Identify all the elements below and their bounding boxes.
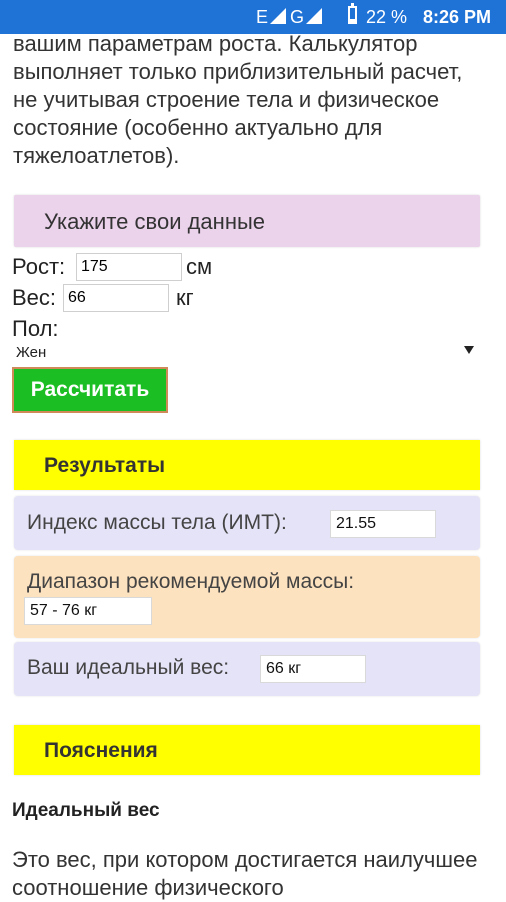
network-type-g: G xyxy=(290,7,305,27)
clock: 8:26 PM xyxy=(423,7,492,27)
explanations-header-title: Пояснения xyxy=(44,739,158,762)
bmi-value: 21.55 xyxy=(330,510,436,538)
ideal-weight-card: Ваш идеальный вес: 66 кг xyxy=(14,642,480,696)
bmi-label: Индекс массы тела (ИМТ): xyxy=(27,511,287,534)
signal-icon xyxy=(270,8,286,24)
bmi-card: Индекс массы тела (ИМТ): 21.55 xyxy=(14,496,480,550)
weight-range-card: Диапазон рекомендуемой массы: 57 - 76 кг xyxy=(14,556,480,638)
ideal-weight-section-text: Это вес, при котором достигается наилучш… xyxy=(12,847,478,900)
network-type-e: E xyxy=(256,7,269,27)
gender-label: Пол: xyxy=(12,316,59,341)
results-header-title: Результаты xyxy=(44,454,166,477)
height-label: Рост: xyxy=(12,254,66,279)
ideal-weight-label: Ваш идеальный вес: xyxy=(27,656,230,679)
weight-range-label: Диапазон рекомендуемой массы: xyxy=(27,570,355,593)
dropdown-arrow-icon xyxy=(464,346,474,354)
form-header: Укажите свои данные xyxy=(14,195,480,247)
height-input[interactable] xyxy=(76,253,182,281)
battery-level-fill xyxy=(350,18,355,22)
battery-percent: 22 % xyxy=(366,7,408,27)
intro-paragraph: вашим параметрам роста. Калькулятор выпо… xyxy=(13,31,463,168)
explanations-header: Пояснения xyxy=(14,725,480,775)
weight-range-value: 57 - 76 кг xyxy=(24,597,152,625)
ideal-weight-section-title: Идеальный вес xyxy=(12,800,160,821)
status-bar: E G 22 % 8:26 PM xyxy=(0,0,506,34)
ideal-weight-value: 66 кг xyxy=(260,655,366,683)
calculate-button[interactable]: Рассчитать xyxy=(12,367,168,413)
results-header: Результаты xyxy=(14,440,480,490)
weight-input[interactable] xyxy=(63,284,169,312)
gender-select[interactable]: Жен xyxy=(12,340,482,364)
battery-icon xyxy=(348,3,357,24)
weight-unit: кг xyxy=(176,285,194,310)
gender-selected-value: Жен xyxy=(16,344,47,361)
form-header-title: Укажите свои данные xyxy=(44,209,266,234)
weight-label: Вес: xyxy=(12,285,57,310)
height-unit: см xyxy=(186,254,213,279)
signal-icon-2 xyxy=(306,8,322,24)
